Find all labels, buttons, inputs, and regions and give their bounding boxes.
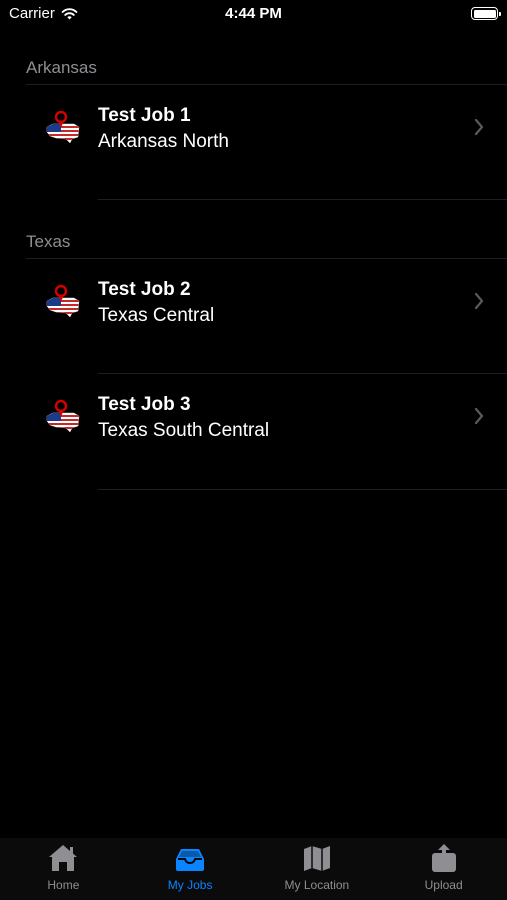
job-title: Test Job 1 [98,105,191,126]
battery-icon [471,7,501,20]
job-title: Test Job 3 [98,394,191,415]
section-header-texas: Texas [26,232,71,251]
tab-bar: Home My Jobs My Location Upload [0,838,507,900]
job-row-test-job-2[interactable]: Test Job 2 Texas Central [0,259,507,373]
row-divider [98,199,507,200]
tray-icon [176,849,205,871]
tab-label: Home [47,878,80,892]
job-title: Test Job 2 [98,279,191,300]
section-header-arkansas: Arkansas [26,58,97,77]
chevron-right-icon [474,407,484,425]
tab-label: My Jobs [167,878,213,892]
status-bar: Carrier 4:44 PM [0,0,507,30]
row-divider [98,489,507,490]
us-map-pin-icon [46,110,80,144]
job-row-test-job-1[interactable]: Test Job 1 Arkansas North [0,85,507,199]
job-subtitle: Arkansas North [98,131,229,152]
chevron-right-icon [474,118,484,136]
tab-my-location[interactable]: My Location [254,838,381,900]
status-time: 4:44 PM [225,5,282,22]
tab-label: Upload [424,878,463,892]
map-icon [303,846,330,871]
job-subtitle: Texas Central [98,305,215,326]
tab-label: My Location [284,878,350,892]
tab-upload[interactable]: Upload [380,838,507,900]
house-icon [49,845,78,871]
us-map-pin-icon [46,399,80,433]
chevron-right-icon [474,292,484,310]
us-map-pin-icon [46,284,80,318]
share-upload-icon [431,844,456,872]
job-subtitle: Texas South Central [98,420,270,441]
job-row-test-job-3[interactable]: Test Job 3 Texas South Central [0,374,507,488]
tab-home[interactable]: Home [0,838,127,900]
tab-my-jobs[interactable]: My Jobs [127,838,254,900]
